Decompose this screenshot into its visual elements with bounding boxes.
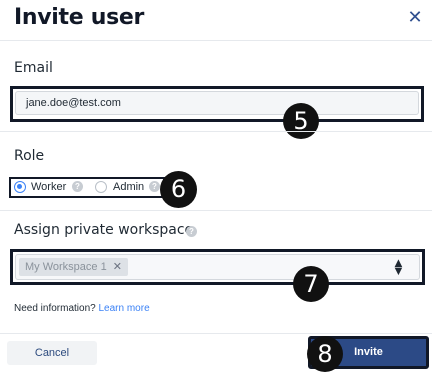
dialog-title: Invite user: [14, 5, 145, 30]
workspace-chip: My Workspace 1 ✕: [19, 258, 128, 276]
help-icon[interactable]: ?: [186, 226, 197, 237]
workspace-select[interactable]: My Workspace 1 ✕ ▲ ▼: [15, 254, 420, 280]
role-radio-admin[interactable]: [95, 181, 107, 193]
cancel-button[interactable]: Cancel: [7, 341, 97, 365]
sort-arrows-icon[interactable]: ▲ ▼: [392, 256, 405, 277]
divider: [0, 210, 432, 211]
role-option-label: Worker: [31, 181, 67, 193]
info-text: Need information? Learn more: [14, 303, 150, 314]
workspace-label: Assign private workspace: [14, 222, 194, 238]
invite-user-dialog: Invite user ✕ Email jane.doe@test.com 5 …: [0, 0, 432, 373]
email-field[interactable]: jane.doe@test.com: [15, 91, 419, 115]
close-icon[interactable]: ✕: [404, 6, 426, 28]
callout-badge-7: 7: [293, 266, 329, 302]
callout-badge-5: 5: [283, 103, 319, 139]
role-label: Role: [14, 148, 45, 164]
email-label: Email: [14, 60, 53, 76]
email-value: jane.doe@test.com: [26, 97, 121, 109]
divider: [0, 131, 432, 132]
help-icon[interactable]: ?: [72, 181, 83, 192]
role-option-label: Admin: [113, 181, 145, 193]
close-icon[interactable]: ✕: [113, 261, 122, 273]
role-radio-worker[interactable]: [14, 181, 26, 193]
callout-badge-8: 8: [307, 336, 343, 372]
callout-badge-6: 6: [160, 171, 197, 208]
info-prefix: Need information?: [14, 303, 96, 314]
learn-more-link[interactable]: Learn more: [99, 303, 150, 314]
workspace-chip-label: My Workspace 1: [25, 261, 107, 273]
help-icon[interactable]: ?: [149, 181, 160, 192]
dialog-header: Invite user ✕: [0, 0, 432, 41]
